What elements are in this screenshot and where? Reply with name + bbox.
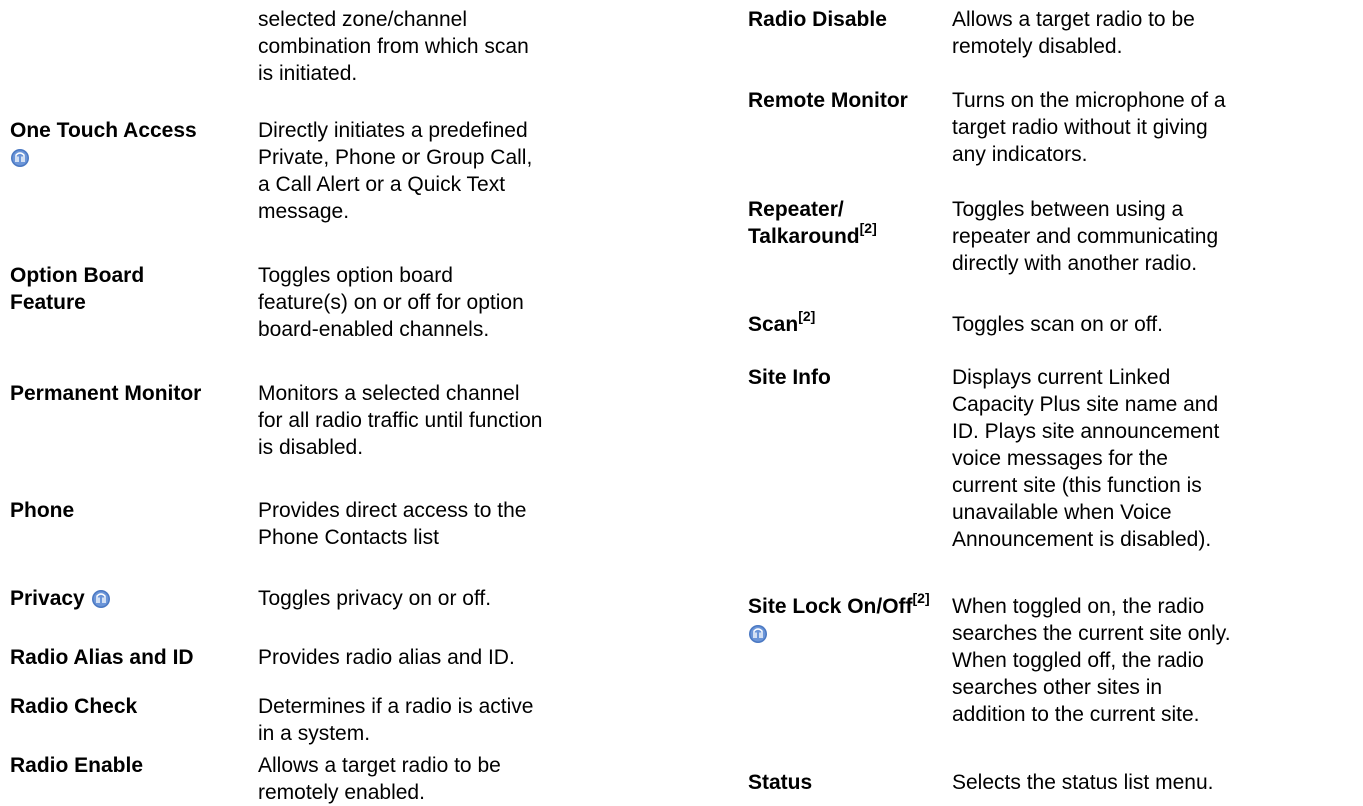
desc-option-board-feature: Toggles option board feature(s) on or of… xyxy=(258,264,524,341)
term-privacy: Privacy xyxy=(10,585,258,612)
footnote-ref: [2] xyxy=(859,220,877,236)
entry-status: Status Selects the status list menu. xyxy=(748,769,1352,796)
desc-radio-check: Determines if a radio is active in a sys… xyxy=(258,695,534,745)
programmable-button-icon xyxy=(748,624,768,644)
term-radio-enable: Radio Enable xyxy=(10,754,144,777)
term-phone: Phone xyxy=(10,499,75,522)
entry-privacy: Privacy Toggles privacy on or off. xyxy=(10,585,638,612)
term-status: Status xyxy=(748,771,813,794)
term-scan: Scan[2] xyxy=(748,308,816,336)
desc-radio-disable: Allows a target radio to be remotely dis… xyxy=(952,8,1195,58)
desc-one-touch-access: Directly initiates a predefined Private,… xyxy=(258,119,533,223)
desc-phone: Provides direct access to the Phone Cont… xyxy=(258,499,527,549)
desc-repeater-talkaround: Toggles between using a repeater and com… xyxy=(952,198,1219,275)
entry-remote-monitor: Remote Monitor Turns on the microphone o… xyxy=(748,87,1352,168)
desc-permanent-monitor: Monitors a selected channel for all radi… xyxy=(258,382,543,459)
term-permanent-monitor: Permanent Monitor xyxy=(10,382,202,405)
entry-phone: Phone Provides direct access to the Phon… xyxy=(10,497,638,551)
desc-radio-alias-and-id: Provides radio alias and ID. xyxy=(258,646,515,669)
programmable-button-icon xyxy=(10,148,30,168)
entry-scan: Scan[2] Toggles scan on or off. xyxy=(748,308,1352,338)
entry-radio-disable: Radio Disable Allows a target radio to b… xyxy=(748,6,1352,60)
term-remote-monitor: Remote Monitor xyxy=(748,89,908,112)
term-radio-alias-and-id: Radio Alias and ID xyxy=(10,646,194,669)
term-one-touch-access: One Touch Access xyxy=(10,117,258,171)
entry-site-lock: Site Lock On/Off[2] When toggled on, the… xyxy=(748,590,1352,728)
desc-site-lock: When toggled on, the radio searches the … xyxy=(952,595,1231,726)
entry-option-board-feature: Option Board Feature Toggles option boar… xyxy=(10,262,638,343)
desc-radio-enable: Allows a target radio to be remotely ena… xyxy=(258,754,501,804)
term-repeater-talkaround: Repeater/ Talkaround[2] xyxy=(748,198,877,248)
term-radio-disable: Radio Disable xyxy=(748,8,887,31)
desc-status: Selects the status list menu. xyxy=(952,771,1214,794)
desc-remote-monitor: Turns on the microphone of a target radi… xyxy=(952,89,1226,166)
desc-site-info: Displays current Linked Capacity Plus si… xyxy=(952,366,1220,551)
term-radio-check: Radio Check xyxy=(10,695,138,718)
continuation-desc: selected zone/channel combination from w… xyxy=(258,8,529,85)
entry-radio-enable: Radio Enable Allows a target radio to be… xyxy=(10,752,638,806)
entry-site-info: Site Info Displays current Linked Capaci… xyxy=(748,364,1352,553)
entry-permanent-monitor: Permanent Monitor Monitors a selected ch… xyxy=(10,380,638,461)
programmable-button-icon xyxy=(91,589,111,609)
entry-one-touch-access: One Touch Access Directly initiates a pr… xyxy=(10,117,638,225)
desc-scan: Toggles scan on or off. xyxy=(952,313,1163,336)
desc-privacy: Toggles privacy on or off. xyxy=(258,587,492,610)
term-option-board-feature: Option Board Feature xyxy=(10,264,145,314)
entry-radio-alias-and-id: Radio Alias and ID Provides radio alias … xyxy=(10,644,638,671)
term-site-info: Site Info xyxy=(748,366,831,389)
entry-repeater-talkaround: Repeater/ Talkaround[2] Toggles between … xyxy=(748,196,1352,277)
continuation-row: selected zone/channel combination from w… xyxy=(10,6,638,87)
term-site-lock: Site Lock On/Off[2] xyxy=(748,590,952,647)
footnote-ref: [2] xyxy=(912,590,930,606)
footnote-ref: [2] xyxy=(798,308,816,324)
entry-radio-check: Radio Check Determines if a radio is act… xyxy=(10,693,638,747)
